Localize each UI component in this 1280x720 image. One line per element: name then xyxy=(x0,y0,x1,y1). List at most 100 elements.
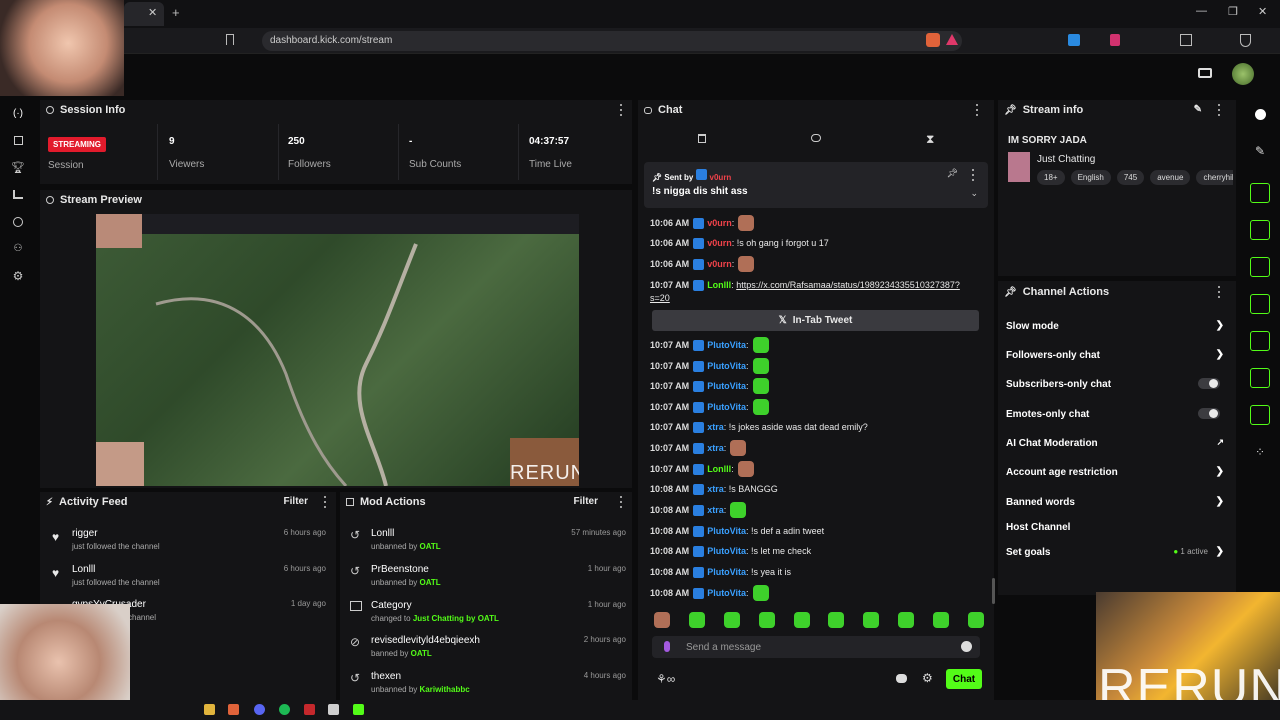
emote[interactable] xyxy=(933,612,949,628)
nav-trophy-icon[interactable]: 🏆︎ xyxy=(0,154,36,181)
action-set-goals[interactable]: Set goals ● 1 active ❯ xyxy=(1006,539,1224,565)
chat-mode-icon[interactable] xyxy=(811,134,821,142)
chat-message[interactable]: 10:07 AM xtra: xyxy=(650,438,982,458)
nav-analytics-icon[interactable] xyxy=(0,127,36,154)
action-followers-only[interactable]: Followers-only chat ❯ xyxy=(1006,342,1224,368)
action-account-age[interactable]: Account age restriction ❯ xyxy=(1006,459,1224,485)
chat-message[interactable]: 10:08 AM PlutoVita: !s yea it is xyxy=(650,562,982,582)
url-field[interactable]: dashboard.kick.com/stream xyxy=(262,31,962,51)
tool-wrench-icon[interactable] xyxy=(1240,396,1280,433)
trash-icon[interactable] xyxy=(698,134,706,143)
nav-settings-icon[interactable]: ⚙ xyxy=(0,262,36,289)
sidebar-toggle-icon[interactable] xyxy=(1180,34,1192,46)
tool-notes-icon[interactable] xyxy=(1240,248,1280,285)
nav-community-icon[interactable] xyxy=(0,181,36,208)
action-ai-moderation[interactable]: AI Chat Moderation ↗ xyxy=(1006,430,1224,456)
tool-chat-icon[interactable] xyxy=(1240,285,1280,322)
mod-action-title[interactable]: Category xyxy=(371,600,412,611)
emote[interactable] xyxy=(898,612,915,628)
edit-pencil-icon[interactable]: ✎ xyxy=(1194,104,1202,115)
extension-shield-icon[interactable] xyxy=(1110,34,1120,46)
chat-message[interactable]: 10:07 AM PlutoVita: xyxy=(650,356,982,376)
emote[interactable] xyxy=(967,612,984,628)
toggle-switch[interactable] xyxy=(1198,408,1220,419)
emote[interactable] xyxy=(723,612,740,628)
tag[interactable]: 18+ xyxy=(1037,170,1065,185)
activity-user[interactable]: rigger xyxy=(72,528,98,539)
tool-bolt-icon[interactable] xyxy=(1240,211,1280,248)
emote[interactable] xyxy=(688,612,705,628)
close-window-icon[interactable]: ✕ xyxy=(1258,5,1267,18)
chat-message[interactable]: 10:06 AM v0urn: !s oh gang i forgot u 17 xyxy=(650,233,982,253)
discord-icon[interactable] xyxy=(254,704,265,715)
pinned-message[interactable]: 📌︎ Sent by v0urn !s nigga dis shit ass 📌… xyxy=(644,162,988,208)
kebab-menu-icon[interactable] xyxy=(1214,286,1224,298)
theater-mode-icon[interactable] xyxy=(1198,68,1212,78)
emote[interactable] xyxy=(793,612,810,628)
mod-action-title[interactable]: PrBeenstone xyxy=(371,564,429,575)
chat-message[interactable]: 10:08 AM PlutoVita: !s let me check xyxy=(650,541,982,561)
tag[interactable]: English xyxy=(1070,170,1111,185)
tag[interactable]: avenue xyxy=(1150,170,1191,185)
in-tab-tweet-button[interactable]: 𝕏 In-Tab Tweet xyxy=(652,310,979,331)
brave-shield-icon[interactable] xyxy=(926,33,940,47)
chat-message[interactable]: 10:07 AM xtra: !s jokes aside was dat dea… xyxy=(650,417,982,437)
browser-tab[interactable]: ✕ xyxy=(124,2,164,26)
chevron-down-icon[interactable]: ⌄ xyxy=(970,188,978,199)
tool-camera-icon[interactable] xyxy=(1240,174,1280,211)
chat-message[interactable]: 10:08 AM PlutoVita: xyxy=(650,583,982,603)
extension-download-icon[interactable] xyxy=(1068,34,1080,46)
filter-button[interactable]: Filter xyxy=(574,496,598,507)
kebab-menu-icon[interactable] xyxy=(320,496,330,508)
tool-broadcast-icon[interactable] xyxy=(1240,322,1280,359)
chat-message[interactable]: 10:08 AM PlutoVita: !s def a adin tweet xyxy=(650,521,982,541)
chat-message[interactable]: 10:07 AM PlutoVita: xyxy=(650,397,982,417)
nav-broadcast-icon[interactable]: (·) xyxy=(0,100,36,127)
emote[interactable] xyxy=(828,612,845,628)
nav-camera-icon[interactable] xyxy=(0,208,36,235)
stream-video[interactable]: RERUN xyxy=(96,214,579,486)
kebab-menu-icon[interactable] xyxy=(1214,104,1224,116)
toggle-switch[interactable] xyxy=(1198,378,1220,389)
chat-message[interactable]: 10:08 AM xtra: xyxy=(650,500,982,520)
tools-icon[interactable]: ⚘∞ xyxy=(656,672,675,686)
edit-icon[interactable]: ✎ xyxy=(1240,128,1280,174)
chat-message[interactable]: 10:07 AM Lonlll: xyxy=(650,459,982,479)
hourglass-icon[interactable]: ⧗ xyxy=(926,132,934,147)
send-chat-button[interactable]: Chat xyxy=(946,669,982,689)
spotify-icon[interactable] xyxy=(279,704,290,715)
action-emotes-only[interactable]: Emotes-only chat xyxy=(1006,401,1224,427)
chat-input[interactable]: Send a message xyxy=(652,636,980,658)
mic-icon[interactable] xyxy=(664,641,670,652)
kebab-menu-icon[interactable] xyxy=(616,104,626,116)
notepad-icon[interactable] xyxy=(328,704,339,715)
chat-message[interactable]: 10:06 AM v0urn: xyxy=(650,254,982,274)
vpn-icon[interactable] xyxy=(1240,34,1251,47)
emote[interactable] xyxy=(758,612,775,628)
brave-rewards-icon[interactable] xyxy=(946,34,958,45)
emoji-picker-icon[interactable] xyxy=(961,641,972,652)
new-tab-icon[interactable]: + xyxy=(172,5,180,20)
emote[interactable] xyxy=(863,612,880,628)
close-tab-icon[interactable]: ✕ xyxy=(148,6,157,19)
mod-action-title[interactable]: Lonlll xyxy=(371,528,394,539)
brave-icon[interactable] xyxy=(228,704,239,715)
chat-message[interactable]: 10:06 AM v0urn: xyxy=(650,213,982,233)
mod-action-title[interactable]: thexen xyxy=(371,671,401,682)
info-icon[interactable] xyxy=(1240,100,1280,128)
tool-more-icon[interactable]: ⁘ xyxy=(1240,433,1280,470)
tag[interactable]: cherryhil xyxy=(1196,170,1233,185)
action-banned-words[interactable]: Banned words ❯ xyxy=(1006,489,1224,515)
kebab-menu-icon[interactable] xyxy=(616,496,626,508)
chat-message[interactable]: 10:07 AM PlutoVita: xyxy=(650,335,982,355)
tool-mod-icon[interactable] xyxy=(1240,359,1280,396)
kick-icon[interactable] xyxy=(353,704,364,715)
mod-action-title[interactable]: revisedlevityld4ebqieexh xyxy=(371,635,480,646)
filter-button[interactable]: Filter xyxy=(284,496,308,507)
kebab-menu-icon[interactable] xyxy=(972,104,982,116)
chat-bubble-icon[interactable] xyxy=(896,674,907,683)
chat-settings-icon[interactable]: ⚙ xyxy=(922,671,933,685)
chat-message[interactable]: 10:07 AM PlutoVita: xyxy=(650,376,982,396)
kebab-menu-icon[interactable] xyxy=(968,169,978,181)
user-avatar[interactable] xyxy=(1232,63,1254,85)
